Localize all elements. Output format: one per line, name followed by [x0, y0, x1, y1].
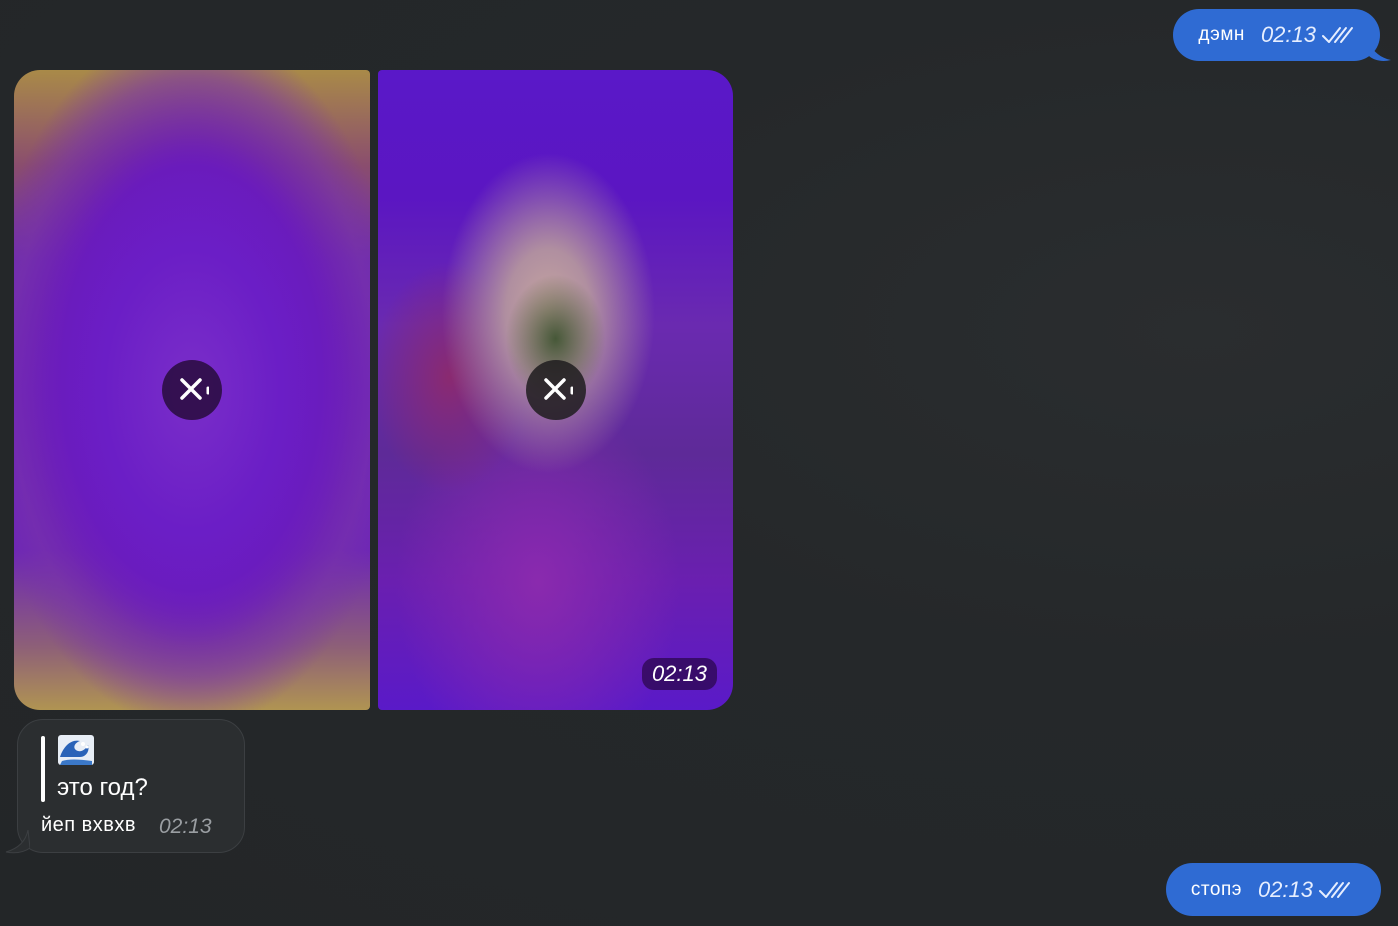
outgoing-message[interactable]: дэмн 02:13	[1173, 9, 1380, 61]
message-time: 02:13	[159, 815, 212, 838]
photo-thumbnail[interactable]	[14, 70, 370, 710]
reply-quote-text: это год?	[57, 774, 148, 801]
wave-emoji-icon	[58, 735, 94, 765]
bubble-tail	[5, 830, 30, 854]
message-time: 02:13	[641, 658, 717, 690]
cancel-download-button[interactable]	[526, 360, 586, 420]
media-album: 02:13	[14, 70, 733, 710]
message-time: 02:13	[1257, 876, 1313, 902]
double-check-icon	[1322, 27, 1353, 43]
photo-thumbnail[interactable]: 02:13	[378, 70, 733, 710]
message-text: йеп вхвхв	[41, 814, 137, 836]
close-icon	[180, 378, 209, 400]
incoming-message[interactable]: это год? йеп вхвхв 02:13	[17, 719, 245, 853]
close-icon	[544, 378, 573, 400]
bubble-tail	[1369, 42, 1391, 61]
double-check-icon	[1319, 881, 1350, 898]
cancel-download-button[interactable]	[162, 360, 222, 420]
outgoing-message[interactable]: стопэ 02:13	[1165, 863, 1381, 916]
reply-bar	[41, 736, 45, 802]
message-text: дэмн	[1198, 24, 1245, 45]
message-text: стопэ	[1190, 878, 1242, 900]
chat-view: дэмн 02:13 02:13 это год? йеп вхвхв 02:1…	[0, 0, 1398, 926]
message-time: 02:13	[1260, 22, 1316, 47]
